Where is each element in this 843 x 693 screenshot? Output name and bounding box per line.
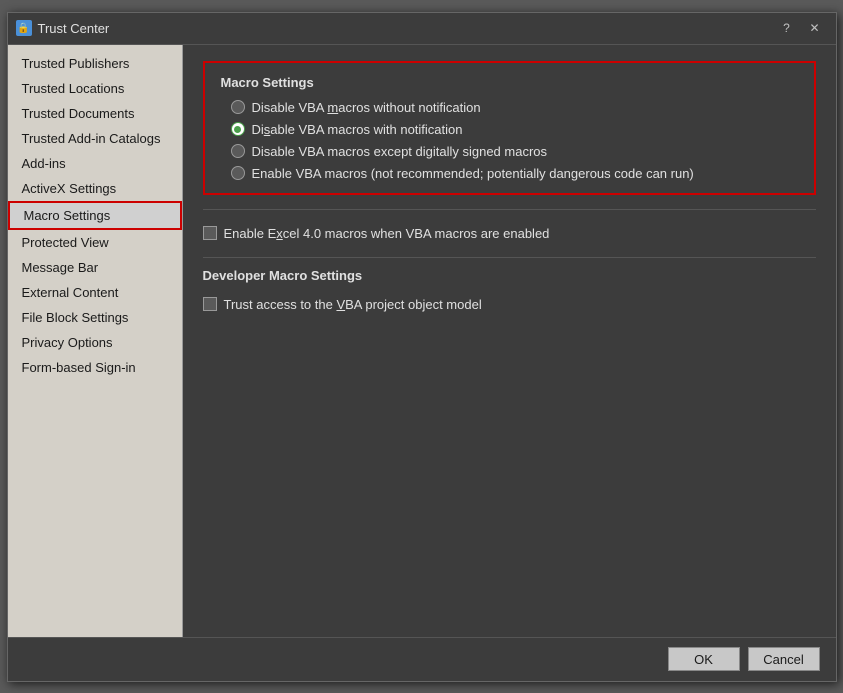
developer-title: Developer Macro Settings: [203, 268, 816, 283]
radio-circle-2: [231, 122, 245, 136]
content-area: Macro Settings Disable VBA macros withou…: [183, 45, 836, 637]
title-bar: 🔒 Trust Center ? ✕: [8, 13, 836, 45]
vba-trust-label: Trust access to the VBA project object m…: [224, 297, 482, 312]
excel-macro-checkbox[interactable]: [203, 226, 217, 240]
excel-macro-label: Enable Excel 4.0 macros when VBA macros …: [224, 226, 550, 241]
radio-label-2: Disable VBA macros with notification: [252, 122, 463, 137]
excel-macro-checkbox-row[interactable]: Enable Excel 4.0 macros when VBA macros …: [203, 220, 816, 247]
sidebar-item-add-ins[interactable]: Add-ins: [8, 151, 182, 176]
close-button[interactable]: ✕: [802, 18, 828, 38]
help-button[interactable]: ?: [774, 18, 800, 38]
vba-trust-checkbox-row[interactable]: Trust access to the VBA project object m…: [203, 291, 816, 318]
radio-disable-no-notify[interactable]: Disable VBA macros without notification: [231, 100, 798, 115]
radio-disable-notify[interactable]: Disable VBA macros with notification: [231, 122, 798, 137]
separator-2: [203, 257, 816, 258]
sidebar-item-privacy-options[interactable]: Privacy Options: [8, 330, 182, 355]
sidebar-item-activex-settings[interactable]: ActiveX Settings: [8, 176, 182, 201]
dialog-body: Trusted PublishersTrusted LocationsTrust…: [8, 45, 836, 637]
title-buttons: ? ✕: [774, 18, 828, 38]
sidebar-item-file-block-settings[interactable]: File Block Settings: [8, 305, 182, 330]
sidebar-item-form-based-signin[interactable]: Form-based Sign-in: [8, 355, 182, 380]
sidebar-item-macro-settings[interactable]: Macro Settings: [8, 201, 182, 230]
dialog-footer: OK Cancel: [8, 637, 836, 681]
radio-disable-signed[interactable]: Disable VBA macros except digitally sign…: [231, 144, 798, 159]
sidebar-item-message-bar[interactable]: Message Bar: [8, 255, 182, 280]
sidebar-item-trusted-addin-catalogs[interactable]: Trusted Add-in Catalogs: [8, 126, 182, 151]
dialog-icon: 🔒: [16, 20, 32, 36]
title-bar-left: 🔒 Trust Center: [16, 20, 110, 36]
developer-section: Developer Macro Settings Trust access to…: [203, 268, 816, 318]
radio-label-1: Disable VBA macros without notification: [252, 100, 481, 115]
separator-1: [203, 209, 816, 210]
radio-group: Disable VBA macros without notification …: [221, 100, 798, 181]
macro-settings-title: Macro Settings: [221, 75, 798, 90]
radio-label-4: Enable VBA macros (not recommended; pote…: [252, 166, 694, 181]
trust-center-dialog: 🔒 Trust Center ? ✕ Trusted PublishersTru…: [7, 12, 837, 682]
sidebar-item-external-content[interactable]: External Content: [8, 280, 182, 305]
radio-label-3: Disable VBA macros except digitally sign…: [252, 144, 548, 159]
sidebar-item-trusted-locations[interactable]: Trusted Locations: [8, 76, 182, 101]
radio-enable-macros[interactable]: Enable VBA macros (not recommended; pote…: [231, 166, 798, 181]
radio-circle-3: [231, 144, 245, 158]
cancel-button[interactable]: Cancel: [748, 647, 820, 671]
ok-button[interactable]: OK: [668, 647, 740, 671]
dialog-title: Trust Center: [38, 21, 110, 36]
sidebar: Trusted PublishersTrusted LocationsTrust…: [8, 45, 183, 637]
macro-settings-section: Macro Settings Disable VBA macros withou…: [203, 61, 816, 195]
radio-circle-4: [231, 166, 245, 180]
sidebar-item-trusted-publishers[interactable]: Trusted Publishers: [8, 51, 182, 76]
sidebar-item-protected-view[interactable]: Protected View: [8, 230, 182, 255]
radio-circle-1: [231, 100, 245, 114]
vba-trust-checkbox[interactable]: [203, 297, 217, 311]
sidebar-item-trusted-documents[interactable]: Trusted Documents: [8, 101, 182, 126]
